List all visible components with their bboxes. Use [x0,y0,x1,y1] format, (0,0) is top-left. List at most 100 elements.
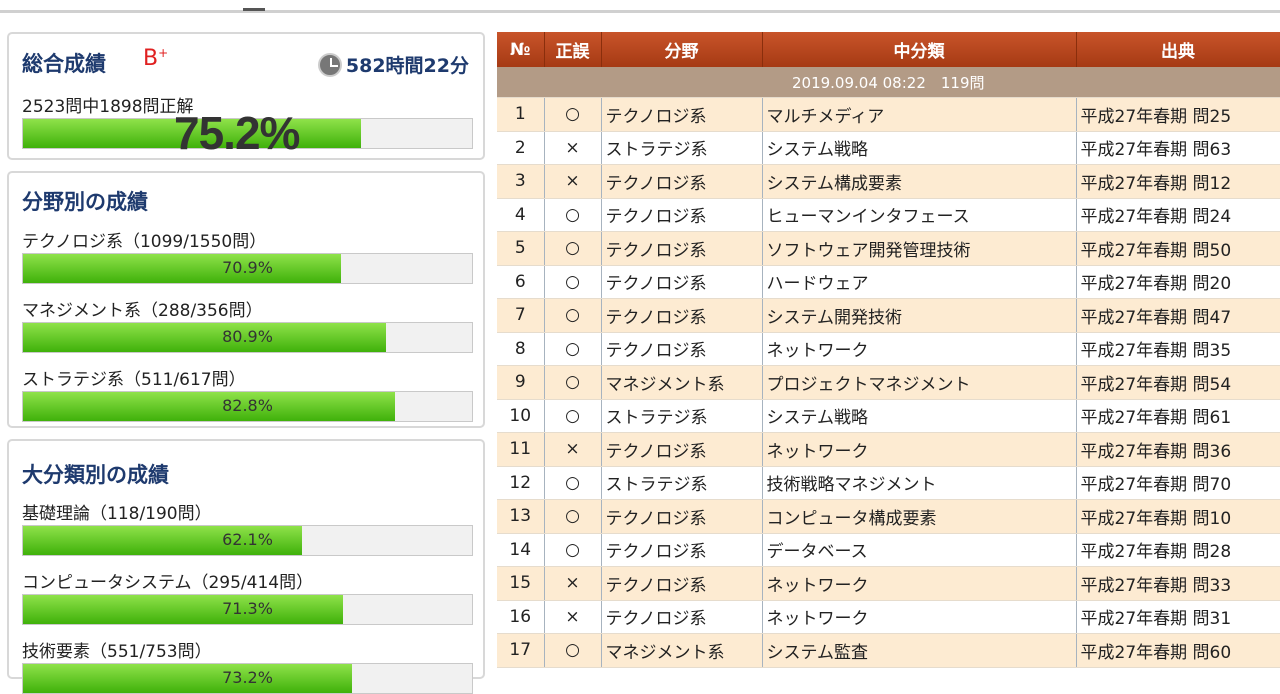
cell-result: ○ [544,399,602,433]
cell-field: テクノロジ系 [601,499,763,534]
field-strategy-percent: 82.8% [222,396,273,415]
cell-result: ○ [544,231,602,266]
cell-result: × [544,600,602,634]
cell-no: 10 [497,399,545,433]
table-row[interactable]: 13 ○ テクノロジ系 コンピュータ構成要素 平成27年春期 問10 [497,499,1280,534]
cell-no: 6 [497,265,545,299]
cell-result: × [544,164,602,199]
cell-category: ヒューマンインタフェース [762,198,1077,232]
major-computer-system-bar: 71.3% [22,594,473,625]
cell-source: 平成27年春期 問50 [1076,231,1280,266]
cell-source: 平成27年春期 問31 [1076,600,1280,634]
table-row[interactable]: 7 ○ テクノロジ系 システム開発技術 平成27年春期 問47 [497,298,1280,333]
table-row[interactable]: 14 ○ テクノロジ系 データベース 平成27年春期 問28 [497,533,1280,567]
cell-result: × [544,566,602,601]
cell-category: 技術戦略マネジメント [762,466,1077,500]
cell-no: 3 [497,164,545,199]
cell-result: ○ [544,499,602,534]
table-row[interactable]: 12 ○ ストラテジ系 技術戦略マネジメント 平成27年春期 問70 [497,466,1280,500]
cell-category: ハードウェア [762,265,1077,299]
cell-no: 8 [497,332,545,366]
cell-result: ○ [544,533,602,567]
major-basic-theory-label: 基礎理論（118/190問） [22,504,212,524]
cell-category: システム開発技術 [762,298,1077,333]
field-technology-percent: 70.9% [222,258,273,277]
cell-source: 平成27年春期 問54 [1076,365,1280,400]
cell-category: データベース [762,533,1077,567]
major-computer-system-label: コンピュータシステム（295/414問） [22,573,314,593]
cell-result: × [544,432,602,467]
cell-category: プロジェクトマネジメント [762,365,1077,400]
session-date-row[interactable]: 2019.09.04 08:22 119問 [497,67,1280,98]
table-row[interactable]: 2 × ストラテジ系 システム戦略 平成27年春期 問63 [497,131,1280,165]
cell-result: ○ [544,332,602,366]
cell-field: テクノロジ系 [601,432,763,467]
cell-no: 15 [497,566,545,601]
cell-category: コンピュータ構成要素 [762,499,1077,534]
top-divider [0,10,1280,13]
cell-field: テクノロジ系 [601,566,763,601]
major-basic-theory-bar: 62.1% [22,525,473,556]
cell-field: ストラテジ系 [601,399,763,433]
cell-category: ネットワーク [762,566,1077,601]
cell-no: 1 [497,97,545,132]
header-result: 正誤 [544,32,602,67]
field-technology-bar: 70.9% [22,253,473,284]
cell-source: 平成27年春期 問20 [1076,265,1280,299]
major-tech-elements-percent: 73.2% [222,668,273,687]
table-row[interactable]: 15 × テクノロジ系 ネットワーク 平成27年春期 問33 [497,566,1280,601]
correct-count-text: 2523問中1898問正解 [22,97,194,117]
header-category: 中分類 [762,32,1077,67]
cell-no: 12 [497,466,545,500]
table-row[interactable]: 16 × テクノロジ系 ネットワーク 平成27年春期 問31 [497,600,1280,634]
field-management-percent: 80.9% [222,327,273,346]
table-row[interactable]: 5 ○ テクノロジ系 ソフトウェア開発管理技術 平成27年春期 問50 [497,231,1280,266]
table-row[interactable]: 11 × テクノロジ系 ネットワーク 平成27年春期 問36 [497,432,1280,467]
cell-source: 平成27年春期 問33 [1076,566,1280,601]
cell-source: 平成27年春期 問70 [1076,466,1280,500]
table-row[interactable]: 1 ○ テクノロジ系 マルチメディア 平成27年春期 問25 [497,97,1280,132]
cell-field: テクノロジ系 [601,231,763,266]
table-header-row: № 正誤 分野 中分類 出典 [497,32,1280,67]
field-score-panel: 分野別の成績 テクノロジ系（1099/1550問） 70.9% マネジメント系（… [7,171,485,428]
cell-no: 7 [497,298,545,333]
header-no: № [497,32,545,67]
cell-field: ストラテジ系 [601,466,763,500]
overall-score-panel: 総合成績 B+ 582時間22分 2523問中1898問正解 75.2% [7,32,485,160]
cell-source: 平成27年春期 問10 [1076,499,1280,534]
cell-field: テクノロジ系 [601,332,763,366]
table-row[interactable]: 6 ○ テクノロジ系 ハードウェア 平成27年春期 問20 [497,265,1280,299]
cell-no: 11 [497,432,545,467]
header-field: 分野 [601,32,763,67]
clock-icon [317,52,342,77]
table-row[interactable]: 4 ○ テクノロジ系 ヒューマンインタフェース 平成27年春期 問24 [497,198,1280,232]
cell-no: 17 [497,633,545,668]
table-row[interactable]: 10 ○ ストラテジ系 システム戦略 平成27年春期 問61 [497,399,1280,433]
cell-field: テクノロジ系 [601,164,763,199]
cell-category: システム構成要素 [762,164,1077,199]
cell-field: テクノロジ系 [601,533,763,567]
overall-percent: 75.2% [174,107,300,159]
cell-no: 14 [497,533,545,567]
cell-source: 平成27年春期 問28 [1076,533,1280,567]
cell-result: ○ [544,97,602,132]
cell-source: 平成27年春期 問25 [1076,97,1280,132]
cell-result: ○ [544,466,602,500]
cell-field: テクノロジ系 [601,97,763,132]
table-row[interactable]: 8 ○ テクノロジ系 ネットワーク 平成27年春期 問35 [497,332,1280,366]
cell-result: ○ [544,198,602,232]
study-time: 582時間22分 [317,51,469,78]
cell-field: マネジメント系 [601,365,763,400]
table-row[interactable]: 17 ○ マネジメント系 システム監査 平成27年春期 問60 [497,633,1280,668]
cell-field: ストラテジ系 [601,131,763,165]
cell-field: テクノロジ系 [601,265,763,299]
cell-result: ○ [544,265,602,299]
major-category-panel: 大分類別の成績 基礎理論（118/190問） 62.1% コンピュータシステム（… [7,439,485,694]
table-row[interactable]: 9 ○ マネジメント系 プロジェクトマネジメント 平成27年春期 問54 [497,365,1280,400]
cell-category: システム戦略 [762,131,1077,165]
cell-field: テクノロジ系 [601,298,763,333]
major-tech-elements-label: 技術要素（551/753問） [22,642,212,662]
table-row[interactable]: 3 × テクノロジ系 システム構成要素 平成27年春期 問12 [497,164,1280,199]
cell-source: 平成27年春期 問63 [1076,131,1280,165]
cell-result: × [544,131,602,165]
